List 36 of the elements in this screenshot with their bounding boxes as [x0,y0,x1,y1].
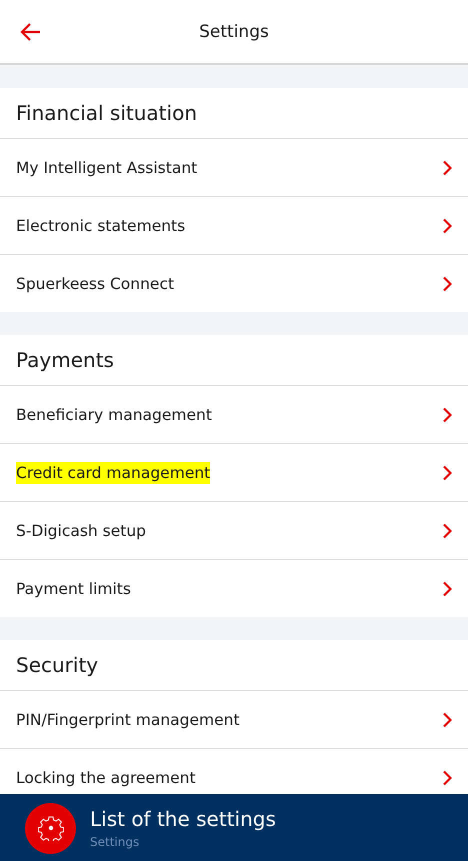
chevron-right-icon [442,464,452,480]
settings-item[interactable]: S-Digicash setup [0,501,468,559]
settings-item[interactable]: Electronic statements [0,196,468,254]
chevron-right-icon [442,218,452,234]
bar-title: List of the settings [90,807,276,831]
back-arrow-icon [20,22,42,42]
item-label: S-Digicash setup [16,520,146,542]
settings-item[interactable]: PIN/Fingerprint management [0,690,468,748]
item-label: Electronic statements [16,216,186,236]
bar-subtitle: Settings [90,835,140,849]
item-label: Spuerkeess Connect [16,274,174,294]
settings-item[interactable]: My Intelligent Assistant [0,138,468,196]
chevron-right-icon [442,580,452,596]
screen-title: Settings [198,22,270,42]
chevron-right-icon [442,276,452,292]
item-label: My Intelligent Assistant [16,158,198,178]
gear-icon [38,815,64,841]
chevron-right-icon [442,770,452,786]
section-heading: Financial situation [16,101,197,125]
settings-button[interactable] [25,802,76,854]
settings-item[interactable]: Credit card management [0,443,468,501]
item-label: Beneficiary management [16,404,212,426]
item-label: Credit card management [16,462,210,484]
item-label: PIN/Fingerprint management [16,710,240,730]
settings-item[interactable]: Payment limits [0,559,468,617]
chevron-right-icon [442,406,452,422]
item-label: Payment limits [16,578,131,600]
chevron-right-icon [442,712,452,728]
settings-item[interactable]: Spuerkeess Connect [0,254,468,312]
section-heading: Security [16,653,98,677]
chevron-right-icon [442,522,452,538]
settings-item[interactable]: Beneficiary management [0,385,468,443]
item-label: Locking the agreement [16,768,196,788]
chevron-right-icon [442,160,452,176]
section-heading: Payments [16,348,114,372]
back-button[interactable] [20,22,42,42]
